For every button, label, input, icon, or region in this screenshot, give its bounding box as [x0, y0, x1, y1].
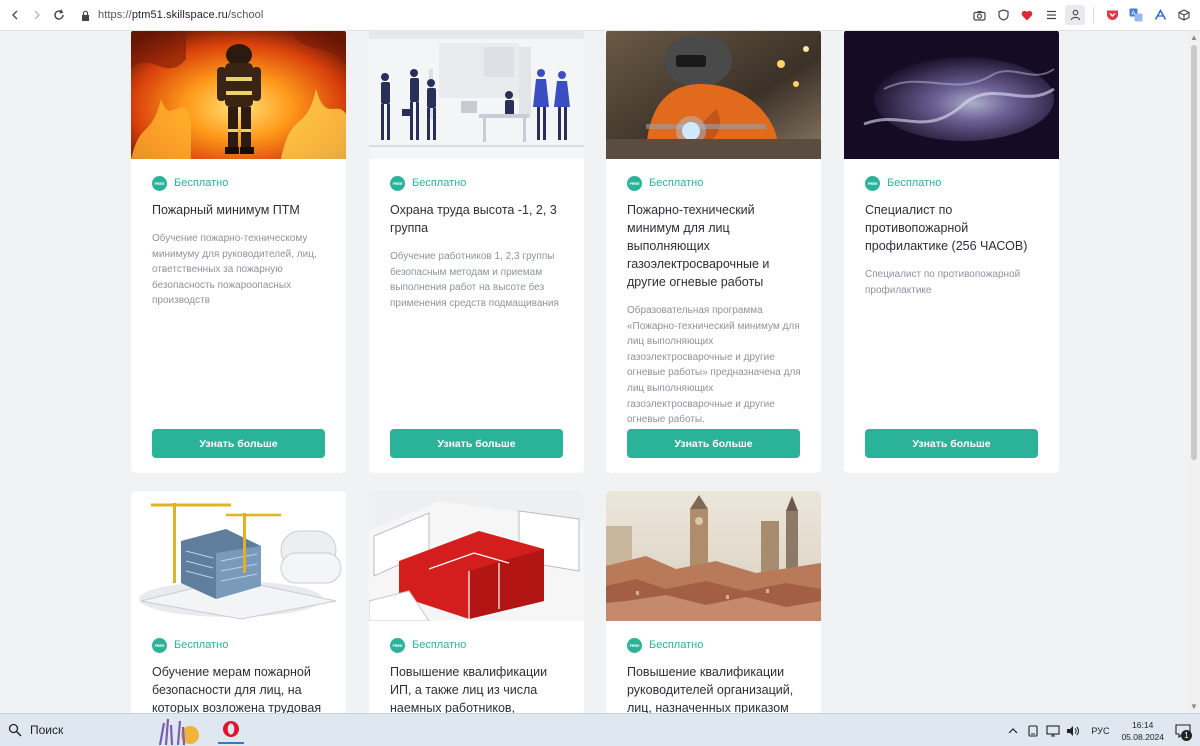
- free-icon: FREE: [390, 175, 405, 191]
- free-badge: FREE Бесплатно: [627, 175, 801, 191]
- course-description: Образовательная программа «Пожарно-техни…: [627, 305, 801, 426]
- free-icon: FREE: [152, 637, 167, 653]
- course-image-office-people: [369, 31, 584, 159]
- taskbar-search[interactable]: Поиск: [8, 714, 208, 746]
- url-text: https://ptm51.skillspace.ru/school: [98, 9, 264, 21]
- opera-icon: [223, 721, 239, 737]
- toolbar-divider: [1093, 7, 1094, 23]
- chevron-left-icon: [11, 10, 18, 20]
- course-title[interactable]: Повышение квалификации ИП, а также лиц и…: [390, 663, 564, 713]
- scroll-thumb[interactable]: [1191, 45, 1197, 460]
- taskbar: Поиск РУС 16:14 05.08.2024 1: [0, 713, 1200, 746]
- reload-button[interactable]: [48, 4, 70, 26]
- free-badge: FREE Бесплатно: [627, 637, 801, 653]
- translate-icon[interactable]: A: [1126, 5, 1146, 25]
- learn-more-button[interactable]: Узнать больше: [390, 429, 563, 458]
- course-image-construction: [131, 491, 346, 621]
- course-title[interactable]: Пожарный минимум ПТМ: [152, 201, 326, 219]
- free-icon: FREE: [152, 175, 167, 191]
- menu-icon[interactable]: [1041, 5, 1061, 25]
- address-bar[interactable]: https://ptm51.skillspace.ru/school: [78, 4, 969, 26]
- system-tray: РУС 16:14 05.08.2024 1: [1003, 714, 1200, 746]
- course-title[interactable]: Охрана труда высота -1, 2, 3 группа: [390, 201, 564, 237]
- search-icon: [8, 723, 22, 737]
- free-badge: FREE Бесплатно: [390, 637, 564, 653]
- course-image-firefighter: [131, 31, 346, 159]
- taskbar-search-label: Поиск: [30, 723, 64, 737]
- course-title[interactable]: Повышение квалификации руководителей орг…: [627, 663, 801, 713]
- pocket-icon[interactable]: [1102, 5, 1122, 25]
- course-image-floorplan: [369, 491, 584, 621]
- learn-more-button[interactable]: Узнать больше: [865, 429, 1038, 458]
- course-image-welder: [606, 31, 821, 159]
- course-title[interactable]: Пожарно-технический минимум для лиц выпо…: [627, 201, 801, 291]
- tablet-icon[interactable]: [1024, 722, 1042, 740]
- notification-center-button[interactable]: 1: [1172, 720, 1194, 742]
- course-card[interactable]: FREE Бесплатно Обучение мерам пожарной б…: [131, 491, 346, 713]
- course-description: Обучение пожарно-техническому минимуму д…: [152, 233, 317, 307]
- box-icon[interactable]: [1174, 5, 1194, 25]
- free-icon: FREE: [865, 175, 880, 191]
- camera-icon[interactable]: [969, 5, 989, 25]
- course-image-smoke: [844, 31, 1059, 159]
- language-indicator[interactable]: РУС: [1091, 726, 1109, 736]
- free-icon: FREE: [390, 637, 405, 653]
- course-catalog: FREE Бесплатно Пожарный минимум ПТМ Обуч…: [0, 31, 1188, 713]
- course-image-old-city: [606, 491, 821, 621]
- course-title[interactable]: Специалист по противопожарной профилакти…: [865, 201, 1039, 255]
- opera-browser-app[interactable]: [218, 716, 244, 744]
- browser-toolbar: https://ptm51.skillspace.ru/school A: [0, 0, 1200, 31]
- course-description: Специалист по противопожарной профилакти…: [865, 269, 1021, 296]
- course-card[interactable]: FREE Бесплатно Пожарный минимум ПТМ Обуч…: [131, 31, 346, 473]
- course-description: Обучение работников 1, 2,3 группы безопа…: [390, 251, 559, 309]
- volume-icon[interactable]: [1064, 722, 1082, 740]
- course-card[interactable]: FREE Бесплатно Специалист по противопожа…: [844, 31, 1059, 473]
- badge-label: Бесплатно: [174, 639, 229, 651]
- scroll-up-icon[interactable]: ▲: [1190, 33, 1198, 42]
- scroll-down-icon[interactable]: ▼: [1190, 702, 1198, 711]
- course-card[interactable]: FREE Бесплатно Повышение квалификации ру…: [606, 491, 821, 713]
- lock-icon: [78, 8, 92, 22]
- lavender-search-image-icon: [158, 718, 199, 745]
- course-card[interactable]: FREE Бесплатно Повышение квалификации ИП…: [369, 491, 584, 713]
- course-card[interactable]: FREE Бесплатно Пожарно-технический миним…: [606, 31, 821, 473]
- back-button[interactable]: [4, 4, 26, 26]
- badge-label: Бесплатно: [412, 639, 467, 651]
- badge-label: Бесплатно: [649, 639, 704, 651]
- clock-time: 16:14: [1132, 719, 1154, 730]
- profile-icon[interactable]: [1065, 5, 1085, 25]
- free-icon: FREE: [627, 637, 642, 653]
- free-badge: FREE Бесплатно: [152, 175, 326, 191]
- course-title[interactable]: Обучение мерам пожарной безопасности для…: [152, 663, 326, 713]
- page-scrollbar[interactable]: ▲ ▼: [1188, 31, 1200, 713]
- chevron-right-icon: [34, 10, 41, 20]
- reload-icon: [54, 9, 64, 20]
- free-badge: FREE Бесплатно: [865, 175, 1039, 191]
- shield-icon[interactable]: [993, 5, 1013, 25]
- clock[interactable]: 16:14 05.08.2024: [1121, 719, 1164, 743]
- learn-more-button[interactable]: Узнать больше: [152, 429, 325, 458]
- chevron-up-icon[interactable]: [1004, 722, 1022, 740]
- clock-date: 05.08.2024: [1121, 731, 1164, 742]
- heart-icon[interactable]: [1017, 5, 1037, 25]
- network-icon[interactable]: [1044, 722, 1062, 740]
- badge-label: Бесплатно: [887, 177, 942, 189]
- badge-label: Бесплатно: [174, 177, 229, 189]
- free-icon: FREE: [627, 175, 642, 191]
- free-badge: FREE Бесплатно: [390, 175, 564, 191]
- badge-label: Бесплатно: [412, 177, 467, 189]
- learn-more-button[interactable]: Узнать больше: [627, 429, 800, 458]
- badge-label: Бесплатно: [649, 177, 704, 189]
- notification-count: 1: [1181, 729, 1192, 741]
- extension-icon[interactable]: [1150, 5, 1170, 25]
- forward-button[interactable]: [26, 4, 48, 26]
- course-card[interactable]: FREE Бесплатно Охрана труда высота -1, 2…: [369, 31, 584, 473]
- free-badge: FREE Бесплатно: [152, 637, 326, 653]
